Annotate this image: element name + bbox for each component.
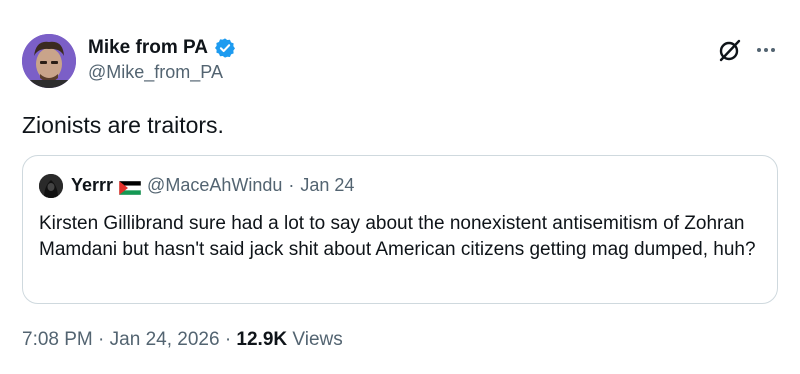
tweet-time[interactable]: 7:08 PM	[22, 329, 93, 350]
grok-icon[interactable]	[716, 36, 744, 64]
author-handle[interactable]: @Mike_from_PA	[88, 62, 223, 83]
author-name-row[interactable]: Mike from PA	[88, 37, 236, 59]
quoted-author-avatar[interactable]	[39, 174, 63, 198]
quoted-separator: ·	[288, 175, 295, 195]
more-options-icon[interactable]	[752, 36, 780, 64]
tweet-date[interactable]: Jan 24, 2026	[110, 329, 220, 350]
tweet-text: Zionists are traitors.	[22, 112, 224, 138]
palestine-flag-icon	[118, 179, 142, 195]
quoted-date[interactable]: Jan 24	[300, 175, 354, 196]
verified-badge-icon[interactable]	[214, 37, 236, 59]
author-display-name[interactable]: Mike from PA	[88, 37, 208, 59]
tweet-meta: 7:08 PM · Jan 24, 2026 · 12.9K Views	[22, 329, 343, 351]
views-label: Views	[292, 329, 343, 350]
quoted-handle[interactable]: @MaceAhWindu	[147, 175, 282, 196]
quoted-display-name[interactable]: Yerrr	[71, 175, 113, 196]
meta-separator: ·	[224, 329, 232, 350]
author-avatar[interactable]	[22, 34, 76, 88]
quoted-tweet-text: Kirsten Gillibrand sure had a lot to say…	[39, 213, 756, 260]
quoted-header: Yerrr @MaceAhWindu · Jan 24	[71, 175, 354, 196]
meta-separator: ·	[98, 329, 105, 350]
views-count[interactable]: 12.9K	[236, 329, 287, 350]
quoted-tweet-card[interactable]: Yerrr @MaceAhWindu · Jan 24 Kirsten Gill…	[22, 155, 778, 304]
